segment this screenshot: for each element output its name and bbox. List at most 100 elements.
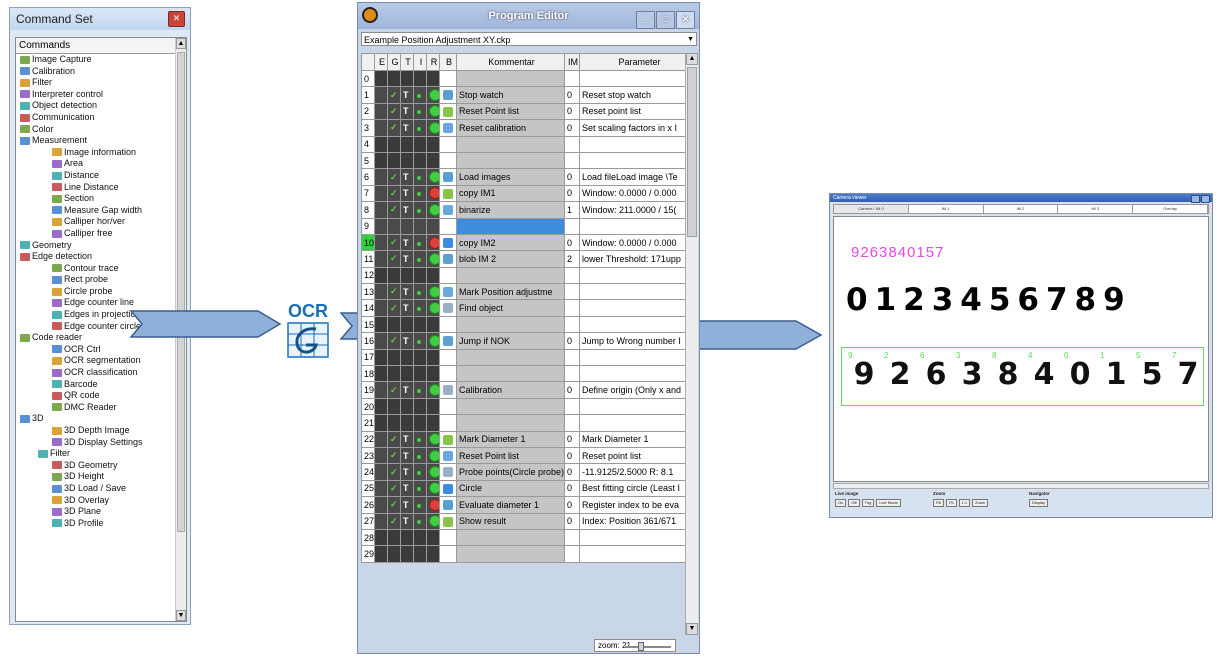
command-icon-cell[interactable]	[439, 168, 457, 186]
row-number[interactable]: 26	[361, 496, 375, 514]
enable-cell[interactable]	[374, 397, 388, 416]
program-row[interactable]: 2 ✓ T Reset Point list 0 Reset point list	[361, 102, 698, 121]
grid-column-header[interactable]: IM	[564, 53, 580, 71]
command-tree-item[interactable]: Area	[16, 158, 186, 170]
command-tree-item[interactable]: Object detection	[16, 100, 186, 112]
comment-cell[interactable]	[456, 365, 565, 383]
t-cell[interactable]: T	[400, 512, 414, 530]
live-image-button[interactable]: On	[835, 499, 847, 507]
command-tree-item[interactable]: 3D Height	[16, 471, 186, 483]
command-tree-item[interactable]: 3D Plane	[16, 506, 186, 518]
zoom-slider-track[interactable]	[625, 646, 671, 648]
parameter-cell[interactable]: Reset point list	[579, 102, 698, 121]
live-image-button[interactable]: Live Mode	[876, 499, 901, 507]
command-tree-item[interactable]: Geometry	[16, 240, 186, 252]
command-tree-item[interactable]: Calibration	[16, 66, 186, 78]
program-row[interactable]: 17	[361, 348, 698, 367]
parameter-cell[interactable]: Jump to Wrong number I	[579, 332, 698, 350]
i-cell[interactable]	[413, 315, 427, 334]
command-icon-cell[interactable]	[439, 217, 457, 235]
maximize-icon[interactable]	[1191, 195, 1200, 203]
command-icon-cell[interactable]	[439, 528, 457, 547]
im-cell[interactable]: 0	[564, 168, 580, 186]
g-cell[interactable]: ✓	[387, 250, 401, 268]
chevron-down-icon[interactable]: ▼	[687, 33, 694, 47]
command-tree-item[interactable]: QR code	[16, 390, 186, 402]
row-number[interactable]: 0	[361, 69, 375, 88]
enable-cell[interactable]	[374, 135, 388, 153]
grid-column-header[interactable]: G	[387, 53, 401, 71]
r-cell[interactable]	[426, 299, 440, 317]
enable-cell[interactable]	[374, 512, 388, 530]
scroll-down-icon[interactable]: ▼	[176, 610, 186, 621]
r-cell[interactable]	[426, 381, 440, 399]
im-cell[interactable]: 0	[564, 463, 580, 481]
r-cell[interactable]	[426, 496, 440, 514]
comment-cell[interactable]: blob IM 2	[456, 250, 565, 268]
program-row[interactable]: 28	[361, 528, 698, 547]
comment-cell[interactable]: Mark Diameter 1	[456, 430, 565, 448]
command-tree-item[interactable]: Section	[16, 193, 186, 205]
im-cell[interactable]: 0	[564, 381, 580, 399]
enable-cell[interactable]	[374, 348, 388, 367]
im-cell[interactable]	[564, 299, 580, 317]
program-row[interactable]: 9	[361, 217, 698, 235]
command-tree-item[interactable]: Color	[16, 124, 186, 136]
enable-cell[interactable]	[374, 217, 388, 235]
i-cell[interactable]	[413, 299, 427, 317]
t-cell[interactable]	[400, 135, 414, 153]
command-icon-cell[interactable]	[439, 496, 457, 514]
command-icon-cell[interactable]	[439, 348, 457, 367]
command-tree-item[interactable]: 3D Profile	[16, 518, 186, 530]
program-row[interactable]: 26 ✓ T Evaluate diameter 1 0 Register index t…	[361, 496, 698, 514]
comment-cell[interactable]: Jump if NOK	[456, 332, 565, 350]
r-cell[interactable]	[426, 233, 440, 252]
enable-cell[interactable]	[374, 299, 388, 317]
t-cell[interactable]: T	[400, 479, 414, 498]
program-row[interactable]: 3 ✓ T Reset calibration 0 Set scaling factors…	[361, 119, 698, 137]
g-cell[interactable]: ✓	[387, 479, 401, 498]
close-icon[interactable]	[1201, 195, 1210, 203]
parameter-cell[interactable]	[579, 217, 698, 235]
i-cell[interactable]	[413, 528, 427, 547]
command-icon-cell[interactable]	[439, 86, 457, 104]
g-cell[interactable]: ✓	[387, 201, 401, 219]
program-row[interactable]: 14 ✓ T Find object	[361, 299, 698, 317]
im-cell[interactable]: 0	[564, 479, 580, 498]
row-number[interactable]: 15	[361, 315, 375, 334]
command-tree-item[interactable]: 3D Depth Image	[16, 425, 186, 437]
im-cell[interactable]: 2	[564, 250, 580, 268]
row-number[interactable]: 2	[361, 102, 375, 121]
parameter-cell[interactable]: Mark Diameter 1	[579, 430, 698, 448]
enable-cell[interactable]	[374, 315, 388, 334]
t-cell[interactable]	[400, 414, 414, 432]
r-cell[interactable]	[426, 446, 440, 465]
row-number[interactable]: 17	[361, 348, 375, 367]
command-tree-item[interactable]: Calliper hor/ver	[16, 216, 186, 228]
comment-cell[interactable]	[456, 69, 565, 88]
program-row[interactable]: 1 ✓ T Stop watch 0 Reset stop watch	[361, 86, 698, 104]
comment-cell[interactable]: Mark Position adjustme	[456, 283, 565, 301]
command-icon-cell[interactable]	[439, 299, 457, 317]
comment-cell[interactable]: Probe points(Circle probe)	[456, 463, 565, 481]
im-cell[interactable]: 1	[564, 201, 580, 219]
row-number[interactable]: 7	[361, 184, 375, 203]
live-image-button[interactable]: Trig	[861, 499, 875, 507]
r-cell[interactable]	[426, 528, 440, 547]
zoom-slider-handle[interactable]	[638, 642, 644, 651]
program-row[interactable]: 19 ✓ T Calibration 0 Define origin (Only x an…	[361, 381, 698, 399]
g-cell[interactable]	[387, 135, 401, 153]
im-cell[interactable]: 0	[564, 184, 580, 203]
parameter-cell[interactable]	[579, 545, 698, 563]
i-cell[interactable]	[413, 381, 427, 399]
grid-column-header[interactable]: Kommentar	[456, 53, 565, 71]
parameter-cell[interactable]: Set scaling factors in x I	[579, 119, 698, 137]
r-cell[interactable]	[426, 151, 440, 170]
command-icon-cell[interactable]	[439, 479, 457, 498]
parameter-cell[interactable]: Window: 0.0000 / 0.000	[579, 184, 698, 203]
row-number[interactable]: 3	[361, 119, 375, 137]
i-cell[interactable]	[413, 168, 427, 186]
zoom-button[interactable]: Fill	[933, 499, 945, 507]
g-cell[interactable]: ✓	[387, 446, 401, 465]
parameter-cell[interactable]	[579, 348, 698, 367]
